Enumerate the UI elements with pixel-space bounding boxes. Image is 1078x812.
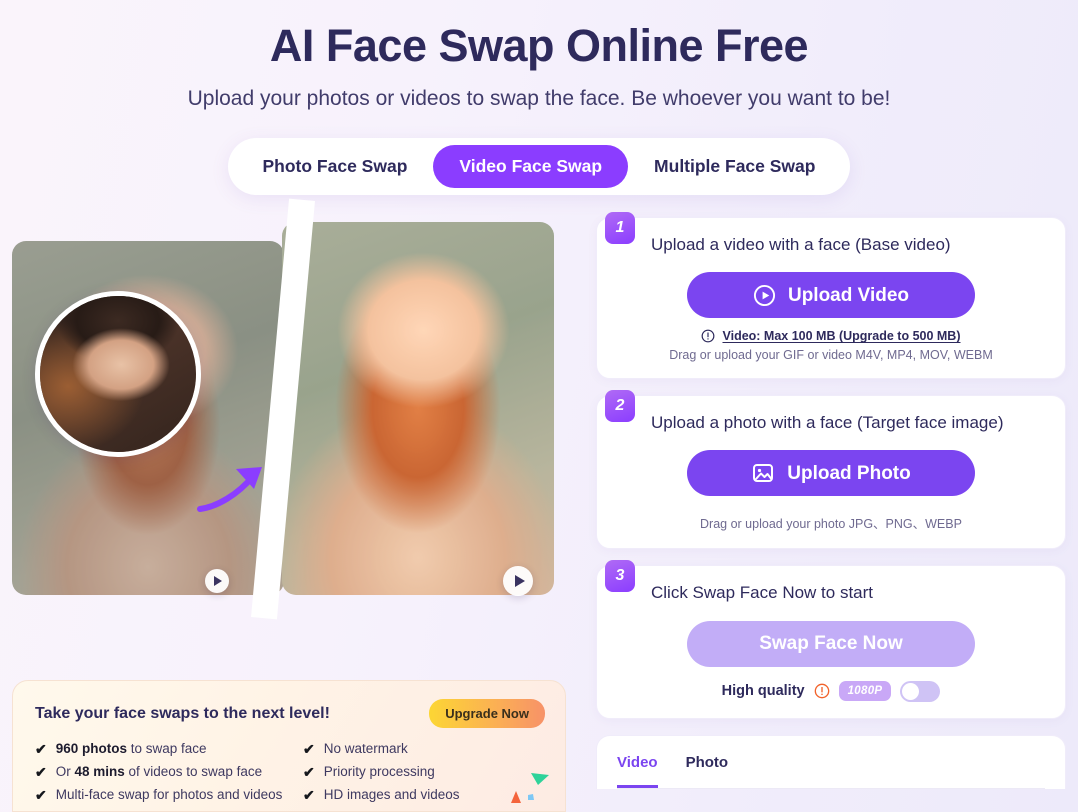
promo-feature-item: ✔ 960 photos to swap face bbox=[35, 740, 303, 758]
hero-after-image bbox=[282, 222, 554, 596]
check-icon: ✔ bbox=[35, 741, 47, 757]
promo-feature-pre: Or bbox=[55, 764, 75, 780]
check-icon: ✔ bbox=[303, 741, 315, 757]
step-badge-2: 2 bbox=[605, 390, 635, 423]
step-card-1: 1 Upload a video with a face (Base video… bbox=[596, 212, 1066, 380]
step-card-3: 3 Click Swap Face Now to start Swap Face… bbox=[596, 560, 1066, 719]
video-size-note: Video: Max 100 MB (Upgrade to 500 MB) bbox=[617, 329, 1045, 343]
promo-feature-strong: 48 mins bbox=[74, 764, 125, 780]
upload-video-label: Upload Video bbox=[787, 284, 910, 306]
mode-tabbar: Photo Face Swap Video Face Swap Multiple… bbox=[227, 138, 851, 196]
tab-photo-face-swap[interactable]: Photo Face Swap bbox=[237, 145, 434, 188]
promo-feature-item: ✔ HD images and videos bbox=[303, 786, 543, 804]
result-tab-photo[interactable]: Photo bbox=[686, 749, 729, 788]
play-button-before[interactable] bbox=[205, 569, 229, 593]
promo-feature-rest: of videos to swap face bbox=[124, 764, 263, 780]
photo-formats-note: Drag or upload your photo JPG、PNG、WEBP bbox=[700, 517, 962, 532]
swap-face-now-button[interactable]: Swap Face Now bbox=[687, 620, 975, 667]
left-column bbox=[12, 198, 568, 620]
tab-video-face-swap[interactable]: Video Face Swap bbox=[433, 145, 629, 189]
promo-feature-item: ✔ Or 48 mins of videos to swap face bbox=[35, 763, 303, 781]
step-badge-1: 1 bbox=[605, 212, 635, 245]
decorative-shapes-icon bbox=[511, 773, 549, 803]
page-subtitle: Upload your photos or videos to swap the… bbox=[187, 87, 891, 111]
toggle-knob bbox=[902, 682, 920, 700]
step-heading-2: Upload a photo with a face (Target face … bbox=[651, 413, 1004, 433]
result-tab-video[interactable]: Video bbox=[617, 749, 658, 788]
promo-feature-strong: 960 photos bbox=[55, 741, 127, 756]
result-panel: Video Photo bbox=[596, 734, 1066, 789]
tab-multiple-face-swap[interactable]: Multiple Face Swap bbox=[628, 145, 841, 188]
promo-feature-label: Priority processing bbox=[323, 764, 435, 780]
promo-header: Take your face swaps to the next level! … bbox=[35, 699, 545, 728]
step-card-2: 2 Upload a photo with a face (Target fac… bbox=[596, 390, 1066, 550]
check-icon: ✔ bbox=[303, 764, 315, 781]
video-formats-note: Drag or upload your GIF or video M4V, MP… bbox=[669, 348, 993, 363]
promo-feature-item: ✔ Priority processing bbox=[303, 763, 543, 781]
play-circle-icon bbox=[753, 284, 776, 306]
result-tabs: Video Photo bbox=[617, 749, 1045, 789]
check-icon: ✔ bbox=[303, 787, 315, 804]
info-circle-icon bbox=[702, 329, 715, 343]
play-icon bbox=[214, 576, 222, 586]
step-heading-3: Click Swap Face Now to start bbox=[651, 583, 874, 603]
right-column: 1 Upload a video with a face (Base video… bbox=[596, 212, 1066, 789]
promo-feature-lists: ✔ 960 photos to swap face ✔ Or 48 mins o… bbox=[35, 740, 545, 810]
swap-face-now-label: Swap Face Now bbox=[759, 633, 903, 655]
upgrade-now-button[interactable]: Upgrade Now bbox=[429, 699, 545, 728]
upload-photo-button[interactable]: Upload Photo bbox=[687, 450, 975, 497]
step-heading-1: Upload a video with a face (Base video) bbox=[651, 235, 951, 255]
mode-tabbar-wrapper: Photo Face Swap Video Face Swap Multiple… bbox=[0, 138, 1078, 196]
check-icon: ✔ bbox=[35, 787, 47, 804]
page-title: AI Face Swap Online Free bbox=[269, 20, 809, 71]
promo-feature-item: ✔ No watermark bbox=[303, 740, 543, 758]
promo-feature-item: ✔ Multi-face swap for photos and videos bbox=[35, 786, 303, 804]
check-icon: ✔ bbox=[35, 764, 47, 781]
promo-column-left: ✔ 960 photos to swap face ✔ Or 48 mins o… bbox=[35, 740, 303, 810]
step-badge-3: 3 bbox=[605, 560, 635, 593]
promo-column-right: ✔ No watermark ✔ Priority processing ✔ H… bbox=[303, 740, 543, 810]
upgrade-promo-card: Take your face swaps to the next level! … bbox=[12, 680, 566, 812]
target-face-image bbox=[40, 296, 196, 452]
image-icon bbox=[753, 464, 774, 483]
curved-arrow-icon bbox=[197, 467, 262, 513]
play-button-after[interactable] bbox=[503, 566, 533, 596]
upload-video-button[interactable]: Upload Video bbox=[687, 272, 975, 319]
upload-photo-label: Upload Photo bbox=[787, 462, 911, 484]
promo-title: Take your face swaps to the next level! bbox=[35, 704, 330, 722]
high-quality-label: High quality bbox=[721, 683, 805, 700]
promo-feature-rest: to swap face bbox=[127, 741, 207, 756]
resolution-badge: 1080P bbox=[838, 681, 892, 702]
high-quality-row: High quality 1080P bbox=[617, 680, 1045, 702]
promo-feature-rest: Multi-face swap for photos and videos bbox=[55, 787, 283, 803]
play-icon bbox=[514, 575, 525, 587]
promo-feature-label: No watermark bbox=[323, 741, 408, 756]
hero-after-video[interactable] bbox=[282, 222, 554, 596]
promo-feature-label: HD images and videos bbox=[323, 787, 460, 803]
target-face-thumbnail[interactable] bbox=[35, 291, 201, 457]
info-circle-icon[interactable] bbox=[814, 683, 830, 699]
upgrade-size-link[interactable]: Video: Max 100 MB (Upgrade to 500 MB) bbox=[722, 329, 960, 343]
high-quality-toggle[interactable] bbox=[900, 680, 941, 702]
